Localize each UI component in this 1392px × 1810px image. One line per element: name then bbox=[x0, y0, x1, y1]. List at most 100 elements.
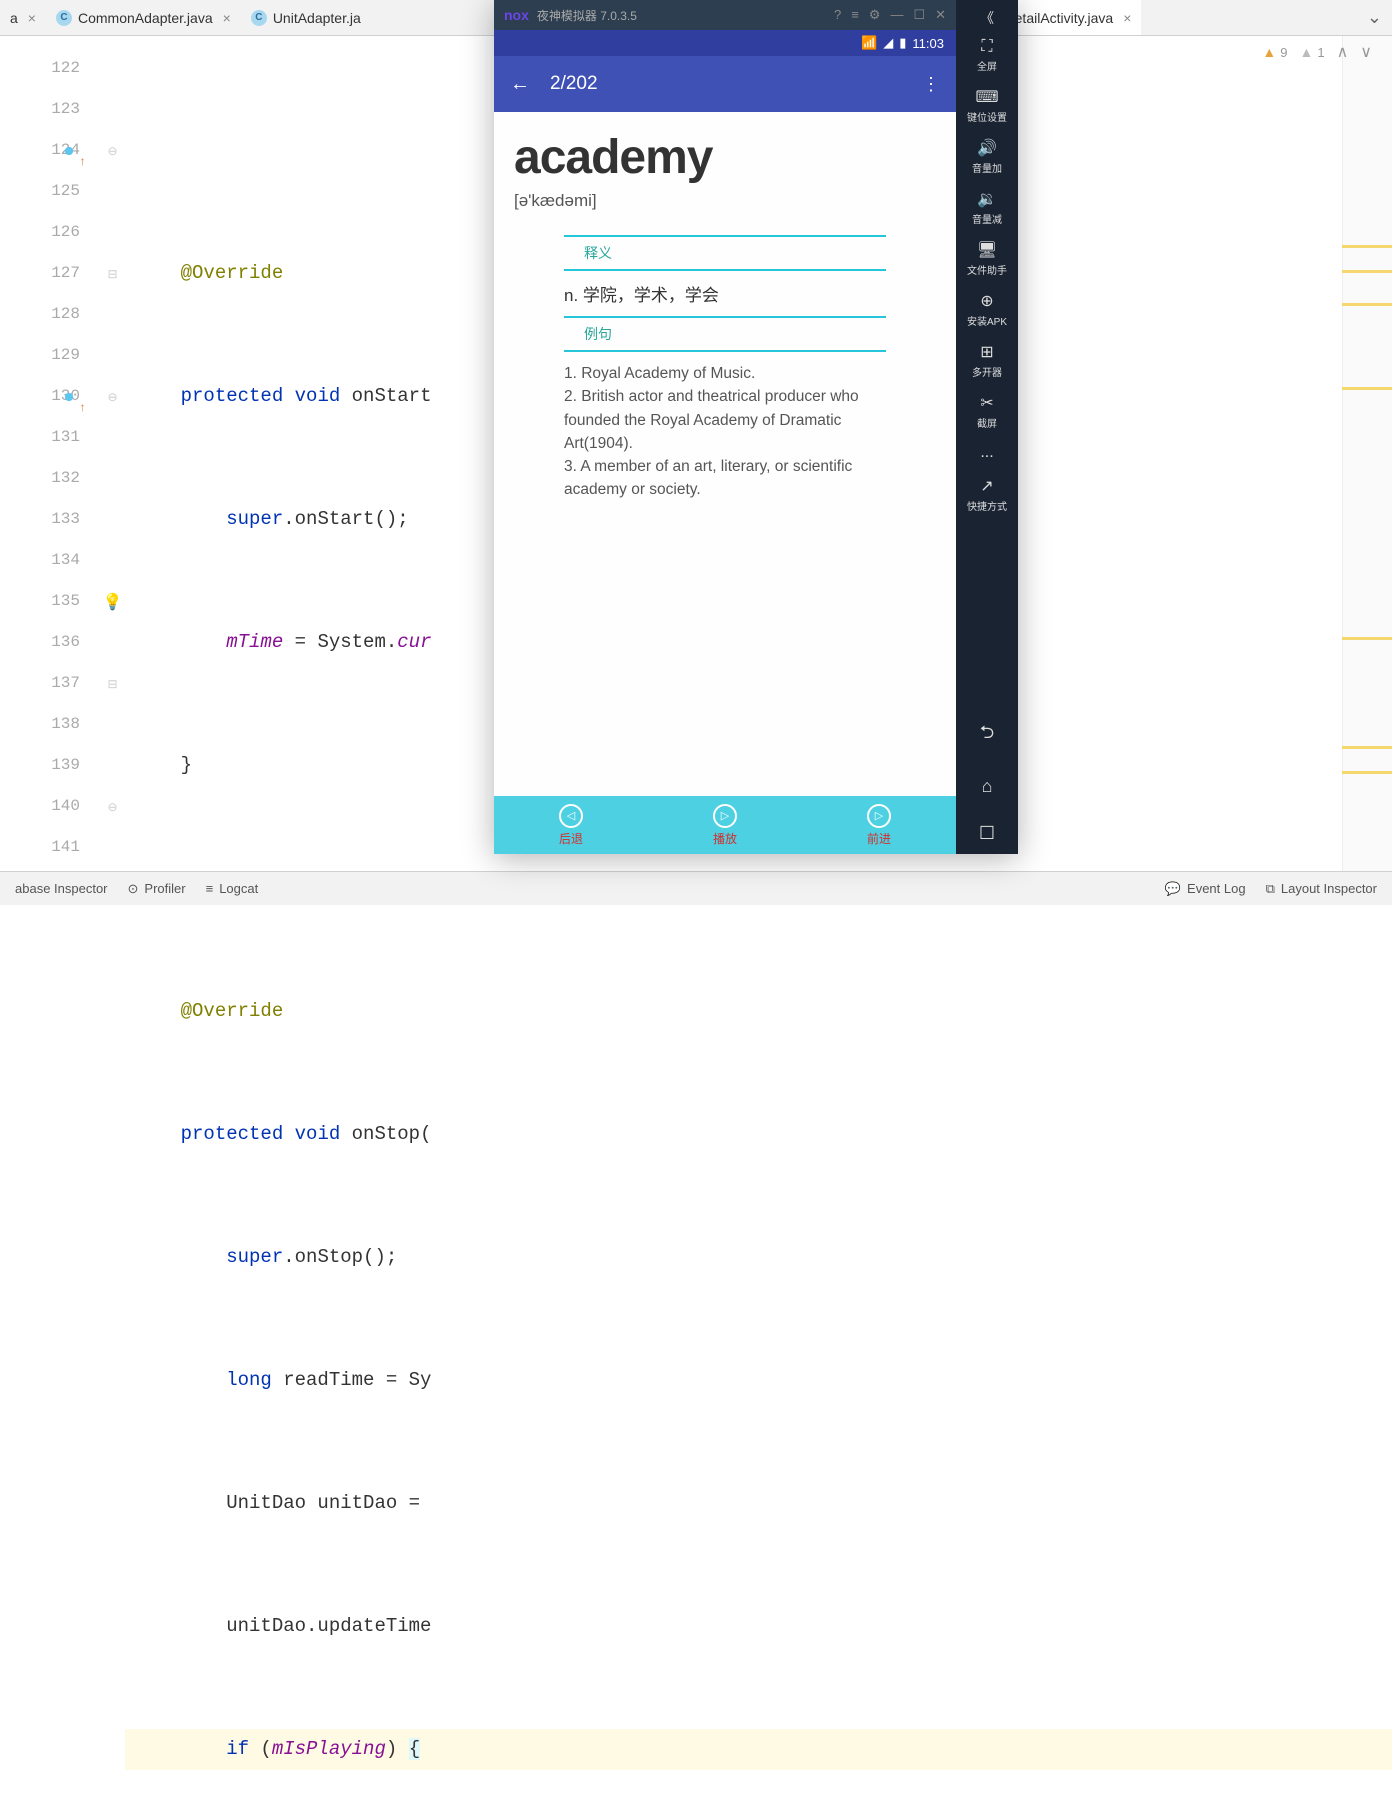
fold-gutter: ⊖ ⊟ ⊖ 💡 ⊟ ⊖ bbox=[100, 36, 125, 871]
fold-toggle-icon[interactable]: ⊖ bbox=[100, 376, 125, 417]
file-helper-button[interactable]: 🖥文件助手 bbox=[956, 236, 1018, 281]
line-number: 122 bbox=[0, 48, 80, 89]
line-number: 141 bbox=[0, 827, 80, 868]
volume-down-icon: 🔉 bbox=[977, 189, 997, 209]
line-number: 127 bbox=[0, 253, 80, 294]
java-class-icon: C bbox=[251, 10, 267, 26]
playback-footer: ◁后退 ▷播放 ▷前进 bbox=[494, 796, 956, 854]
sidebar-collapse-icon[interactable]: 《 bbox=[980, 8, 994, 28]
database-inspector-tool[interactable]: abase Inspector bbox=[15, 881, 108, 896]
emulator-title-bar[interactable]: nox 夜神模拟器 7.0.3.5 ? ≡ ⚙ — ☐ ✕ bbox=[494, 0, 956, 30]
multi-instance-button[interactable]: ⊞多开器 bbox=[956, 338, 1018, 383]
line-number: 129 bbox=[0, 335, 80, 376]
nox-logo: nox bbox=[504, 7, 529, 23]
line-number: 126 bbox=[0, 212, 80, 253]
tab-partial-a[interactable]: a× bbox=[0, 0, 46, 35]
nox-emulator-window: nox 夜神模拟器 7.0.3.5 ? ≡ ⚙ — ☐ ✕ 📶 ◢ ▮ 11:0… bbox=[494, 0, 1018, 854]
definition-text: n. 学院，学术，学会 bbox=[514, 271, 936, 316]
examples-header: 例句 bbox=[514, 318, 936, 350]
android-home-icon[interactable]: ⌂ bbox=[982, 766, 993, 807]
fold-toggle-icon[interactable]: ⊖ bbox=[100, 786, 125, 827]
error-stripe[interactable] bbox=[1342, 36, 1392, 871]
inspection-summary: ▲9 ▲1 ∧ ∨ bbox=[1262, 42, 1372, 62]
line-number: 131 bbox=[0, 417, 80, 458]
line-number: 128 bbox=[0, 294, 80, 335]
help-icon[interactable]: ? bbox=[834, 7, 841, 23]
menu-icon[interactable]: ≡ bbox=[851, 7, 859, 23]
close-icon[interactable]: × bbox=[28, 10, 36, 26]
prev-icon: ◁ bbox=[559, 804, 583, 828]
fullscreen-button[interactable]: ⛶全屏 bbox=[956, 34, 1018, 77]
volume-up-icon: 🔊 bbox=[977, 138, 997, 158]
settings-icon[interactable]: ⚙ bbox=[869, 7, 881, 23]
more-icon: ... bbox=[980, 444, 993, 462]
warnings-gray[interactable]: ▲1 bbox=[1299, 44, 1324, 60]
multi-icon: ⊞ bbox=[980, 342, 993, 362]
override-marker-icon[interactable] bbox=[62, 144, 76, 158]
close-icon[interactable]: × bbox=[1123, 10, 1131, 26]
close-icon[interactable]: ✕ bbox=[935, 7, 946, 23]
fold-close-icon[interactable]: ⊟ bbox=[100, 253, 125, 294]
line-number: 140 bbox=[0, 786, 80, 827]
install-apk-button[interactable]: ⊕安装APK bbox=[956, 287, 1018, 332]
screenshot-button[interactable]: ✂截屏 bbox=[956, 389, 1018, 434]
weak-warning-icon: ▲ bbox=[1299, 44, 1313, 60]
next-highlight-icon[interactable]: ∨ bbox=[1360, 42, 1372, 62]
tab-commonadapter[interactable]: CCommonAdapter.java× bbox=[46, 0, 241, 35]
close-icon[interactable]: × bbox=[223, 10, 231, 26]
minimize-icon[interactable]: — bbox=[890, 7, 903, 23]
line-number: 125 bbox=[0, 171, 80, 212]
line-number: 124 bbox=[0, 130, 80, 171]
volume-up-button[interactable]: 🔊音量加 bbox=[956, 134, 1018, 179]
tab-unitadapter[interactable]: CUnitAdapter.ja bbox=[241, 0, 371, 35]
line-number: 135 bbox=[0, 581, 80, 622]
line-number: 137 bbox=[0, 663, 80, 704]
android-recents-icon[interactable]: ☐ bbox=[979, 813, 995, 854]
scissors-icon: ✂ bbox=[980, 393, 993, 413]
shortcut-icon: ↗ bbox=[980, 476, 993, 496]
line-number-gutter[interactable]: 122 123 124 125 126 127 128 129 130 131 … bbox=[0, 36, 100, 871]
java-class-icon: C bbox=[56, 10, 72, 26]
warning-icon: ▲ bbox=[1262, 44, 1276, 60]
play-icon: ▷ bbox=[713, 804, 737, 828]
volume-down-button[interactable]: 🔉音量减 bbox=[956, 185, 1018, 230]
keymap-button[interactable]: ⌨键位设置 bbox=[956, 83, 1018, 128]
override-marker-icon[interactable] bbox=[62, 390, 76, 404]
next-button[interactable]: ▷前进 bbox=[802, 796, 956, 854]
back-arrow-icon[interactable]: ← bbox=[510, 73, 530, 96]
layout-inspector-icon: ⧉ bbox=[1266, 881, 1275, 897]
fold-close-icon[interactable]: ⊟ bbox=[100, 663, 125, 704]
line-number: 132 bbox=[0, 458, 80, 499]
tabs-overflow-chevron[interactable]: ⌄ bbox=[1357, 7, 1392, 28]
word-detail-view: academy [ə'kædəmi] 释义 n. 学院，学术，学会 例句 1. … bbox=[494, 112, 956, 796]
prev-button[interactable]: ◁后退 bbox=[494, 796, 648, 854]
more-button[interactable]: ... bbox=[956, 440, 1018, 466]
shortcut-button[interactable]: ↗快捷方式 bbox=[956, 472, 1018, 517]
fold-toggle-icon[interactable]: ⊖ bbox=[100, 130, 125, 171]
status-bar: abase Inspector ⊙Profiler ≡Logcat 💬Event… bbox=[0, 871, 1392, 905]
android-back-icon[interactable]: ⮌ bbox=[980, 710, 994, 760]
event-log-icon: 💬 bbox=[1165, 881, 1181, 897]
line-number: 130 bbox=[0, 376, 80, 417]
maximize-icon[interactable]: ☐ bbox=[913, 7, 925, 23]
play-button[interactable]: ▷播放 bbox=[648, 796, 802, 854]
profiler-tool[interactable]: ⊙Profiler bbox=[128, 881, 186, 897]
line-number: 138 bbox=[0, 704, 80, 745]
word-phonetic: [ə'kædəmi] bbox=[514, 191, 936, 211]
android-status-bar: 📶 ◢ ▮ 11:03 bbox=[494, 30, 956, 56]
battery-icon: ▮ bbox=[899, 35, 906, 51]
overflow-menu-icon[interactable]: ⋮ bbox=[922, 74, 940, 95]
prev-highlight-icon[interactable]: ∧ bbox=[1337, 42, 1349, 62]
status-time: 11:03 bbox=[912, 36, 944, 51]
intention-bulb-icon[interactable]: 💡 bbox=[103, 592, 123, 612]
layout-inspector-tool[interactable]: ⧉Layout Inspector bbox=[1266, 881, 1377, 897]
line-number: 133 bbox=[0, 499, 80, 540]
definition-header: 释义 bbox=[514, 237, 936, 269]
emulator-sidebar: 《 ⛶全屏 ⌨键位设置 🔊音量加 🔉音量减 🖥文件助手 ⊕安装APK ⊞多开器 … bbox=[956, 0, 1018, 854]
logcat-tool[interactable]: ≡Logcat bbox=[206, 881, 259, 896]
warnings-yellow[interactable]: ▲9 bbox=[1262, 44, 1287, 60]
logcat-icon: ≡ bbox=[206, 881, 214, 896]
event-log-tool[interactable]: 💬Event Log bbox=[1165, 881, 1246, 897]
examples-text: 1. Royal Academy of Music. 2. British ac… bbox=[514, 352, 936, 512]
signal-icon: ◢ bbox=[883, 35, 893, 51]
